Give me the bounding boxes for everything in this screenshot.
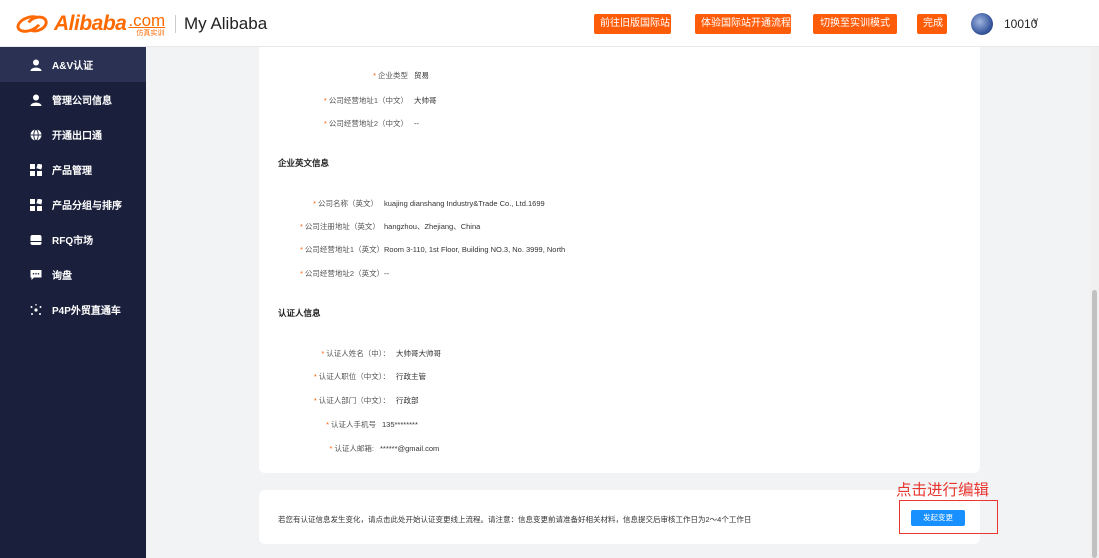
sidebar-item-av-cert[interactable]: A&V认证 xyxy=(0,47,146,82)
grid-icon xyxy=(30,163,42,176)
globe-icon xyxy=(30,128,42,141)
logo-text: Alibaba xyxy=(54,12,127,35)
field-value: 大帅哥大帅哥 xyxy=(396,349,441,358)
top-header: Alibaba .com 仿真实训 My Alibaba 前往旧版国际站 体验国… xyxy=(0,0,1099,47)
sidebar-item-label: 管理公司信息 xyxy=(52,96,112,107)
info-row-certifier-email: * 认证人邮箱: ******@gmail.com xyxy=(329,444,440,453)
info-row-certifier-dept: * 认证人部门（中文）： 行政部 xyxy=(313,396,419,405)
info-row-certifier-phone: * 认证人手机号 135******** xyxy=(326,420,418,429)
training-mode-button[interactable]: 切换至实训模式 xyxy=(813,14,897,34)
avatar[interactable] xyxy=(971,13,993,35)
header-divider xyxy=(175,15,176,33)
info-row-certifier-name: * 认证人姓名（中）： 大帅哥大帅哥 xyxy=(321,349,441,358)
alibaba-logo[interactable]: Alibaba .com 仿真实训 xyxy=(14,10,166,38)
chat-icon xyxy=(30,269,42,280)
user-icon xyxy=(30,94,42,106)
field-value: 行政主管 xyxy=(396,372,426,381)
page-title: My Alibaba xyxy=(184,14,268,33)
field-value: -- xyxy=(414,119,419,128)
info-card xyxy=(259,47,980,473)
sidebar-item-label: 产品管理 xyxy=(52,166,92,177)
info-row-company-name-en: * 公司名称（英文） kuajing dianshang Industry&Trad… xyxy=(313,199,545,208)
field-value: -- xyxy=(384,269,389,278)
sidebar-item-company-info[interactable]: 管理公司信息 xyxy=(0,82,146,117)
info-row-reg-address-en: * 公司注册地址（英文） hangzhou、Zhejiang、China xyxy=(300,222,481,231)
alibaba-logo-mark-icon xyxy=(14,12,52,36)
sidebar-item-export[interactable]: 开通出口通 xyxy=(0,117,146,152)
experience-flow-button[interactable]: 体验国际站开通流程 xyxy=(695,14,791,34)
chevron-down-icon[interactable]: ∨ xyxy=(1032,16,1039,27)
grid-icon xyxy=(30,198,42,211)
section-title-certifier: 认证人信息 xyxy=(278,308,321,318)
field-value: 贸易 xyxy=(414,71,429,80)
user-icon xyxy=(30,59,42,71)
done-button[interactable]: 完成 xyxy=(917,14,947,34)
sidebar-item-label: 产品分组与排序 xyxy=(52,201,122,212)
sidebar-item-label: 询盘 xyxy=(52,271,72,282)
sidebar-item-label: P4P外贸直通车 xyxy=(52,306,121,317)
sidebar: A&V认证 管理公司信息 开通出口通 产品管理 产品分组与排序 RFQ市场 询盘… xyxy=(0,47,146,558)
scrollbar-thumb[interactable] xyxy=(1092,290,1097,558)
field-value: kuajing dianshang Industry&Trade Co., Lt… xyxy=(384,199,545,208)
field-value: 135******** xyxy=(382,420,418,429)
sidebar-item-products[interactable]: 产品管理 xyxy=(0,152,146,187)
sidebar-item-label: 开通出口通 xyxy=(52,131,102,142)
info-row-address1-cn: * 公司经营地址1（中文） 大帅哥 xyxy=(323,96,437,105)
logo-sub: 仿真实训 xyxy=(136,29,165,37)
box-icon xyxy=(30,234,42,245)
field-value: 行政部 xyxy=(396,396,419,405)
section-title-en-info: 企业英文信息 xyxy=(278,158,330,168)
field-value: ******@gmail.com xyxy=(380,444,440,453)
annotation-text: 点击进行编辑 xyxy=(896,482,990,499)
info-row-certifier-title: * 认证人职位（中文）： 行政主管 xyxy=(313,372,426,381)
change-notice-text: 若您有认证信息发生变化，请点击此处开始认证变更线上流程。请注意：信息变更前请准备… xyxy=(278,515,752,524)
field-value: 大帅哥 xyxy=(414,96,437,105)
sidebar-item-rfq[interactable]: RFQ市场 xyxy=(0,222,146,257)
logo-com: .com xyxy=(128,10,166,30)
info-row-address1-en: * 公司经营地址1（英文）Room 3-110, 1st Floor, Build… xyxy=(300,245,566,254)
sidebar-item-product-groups[interactable]: 产品分组与排序 xyxy=(0,187,146,222)
info-row-address2-cn: * 公司经营地址2（中文） -- xyxy=(323,119,419,128)
sidebar-item-p4p[interactable]: P4P外贸直通车 xyxy=(0,292,146,327)
old-site-button[interactable]: 前往旧版国际站 xyxy=(594,14,671,34)
field-value: Room 3-110, 1st Floor, Building NO.3, No… xyxy=(384,245,566,254)
sidebar-item-label: RFQ市场 xyxy=(52,236,94,247)
sidebar-item-inquiry[interactable]: 询盘 xyxy=(0,257,146,292)
info-row-company-type: * 企业类型 贸易 xyxy=(373,71,429,80)
field-value: hangzhou、Zhejiang、China xyxy=(384,222,481,231)
info-row-address2-en: * 公司经营地址2（英文）-- xyxy=(300,269,389,278)
sidebar-item-label: A&V认证 xyxy=(52,61,94,72)
annotation-highlight-box xyxy=(899,500,998,534)
sparkle-icon xyxy=(30,303,42,315)
